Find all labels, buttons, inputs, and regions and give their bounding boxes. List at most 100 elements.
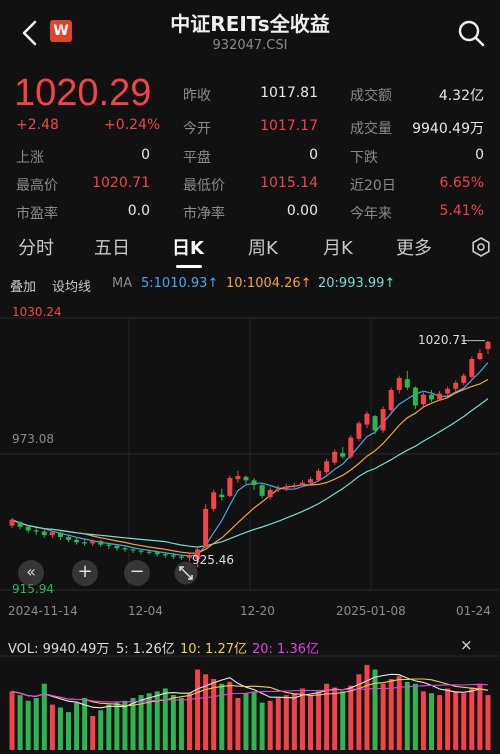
- volume-bar: [388, 679, 394, 750]
- volume-ma5: 5: 1.26亿: [116, 642, 175, 657]
- zoom-in-button[interactable]: +: [72, 560, 98, 586]
- close-volume-icon[interactable]: ×: [460, 636, 473, 654]
- volume-bar: [122, 700, 128, 750]
- volume-bar: [307, 695, 314, 750]
- candle-body: [74, 539, 80, 543]
- candle-body: [65, 537, 72, 540]
- volume-bar: [445, 688, 451, 750]
- candle-body: [356, 423, 362, 439]
- volume-bar: [291, 693, 297, 750]
- candle-body: [445, 388, 451, 394]
- volume-bar: [461, 693, 467, 750]
- stat-value-pb: 0.00: [286, 203, 318, 219]
- candle-body: [364, 413, 370, 425]
- volume-bar: [162, 688, 168, 750]
- candle-body: [9, 519, 15, 526]
- volume-ma10: 10: 1.27亿: [180, 642, 247, 657]
- volume-bar: [17, 695, 23, 750]
- volume-bar: [316, 691, 322, 750]
- candle-body: [17, 522, 23, 527]
- ma-label: MA: [112, 276, 133, 291]
- scroll-back-button[interactable]: «: [18, 560, 44, 586]
- volume-bar: [283, 695, 289, 750]
- stat-value-turnover: 4.32亿: [438, 88, 484, 104]
- stat-label-prev-close: 昨收: [183, 88, 211, 104]
- stat-value-down: 0: [475, 147, 484, 163]
- candle-body: [461, 375, 467, 383]
- volume-bar: [332, 687, 338, 750]
- volume-bar: [25, 700, 31, 750]
- zoom-out-button[interactable]: −: [124, 560, 150, 586]
- volume-bar: [90, 715, 96, 750]
- y-axis-mid: 973.08: [12, 432, 54, 446]
- candle-body: [211, 492, 217, 509]
- fullscreen-icon[interactable]: [174, 561, 198, 585]
- candle-body: [122, 548, 128, 550]
- settings-icon[interactable]: [470, 236, 492, 258]
- candle-body: [106, 544, 112, 546]
- candle-body: [235, 476, 241, 480]
- set-ma-button[interactable]: 设均线: [52, 276, 91, 295]
- candle-body: [324, 461, 330, 473]
- volume-bar: [219, 683, 225, 750]
- candle-body: [98, 541, 104, 545]
- volume-bar: [106, 704, 112, 750]
- stat-value-20d: 6.65%: [439, 175, 484, 191]
- volume-bar: [235, 697, 241, 750]
- volume-ma20: 20: 1.36亿: [252, 642, 319, 657]
- tab-monthly-k[interactable]: 月K: [323, 234, 353, 260]
- stat-label-low: 最低价: [183, 178, 225, 194]
- tab-five-day[interactable]: 五日: [94, 234, 130, 260]
- x-axis-label: 12-20: [240, 604, 275, 618]
- candle-body: [203, 508, 209, 548]
- candle-body: [219, 494, 225, 498]
- volume-bar: [469, 687, 475, 750]
- candle-body: [283, 486, 289, 489]
- search-icon[interactable]: [456, 18, 486, 48]
- ma10-value: 10:1004.26↑: [226, 276, 312, 291]
- candle-body: [291, 485, 297, 487]
- stat-label-ytd: 今年来: [350, 206, 392, 222]
- x-axis-label: 01-24: [456, 604, 491, 618]
- candle-body: [372, 416, 378, 431]
- candle-body: [388, 389, 394, 411]
- candle-body: [227, 478, 233, 496]
- stat-value-volume: 9940.49万: [412, 121, 484, 137]
- stat-label-volume: 成交量: [350, 121, 392, 137]
- volume-bar: [227, 681, 233, 750]
- stat-label-pb: 市净率: [183, 206, 225, 222]
- max-price-annotation: 1020.71: [418, 333, 468, 347]
- volume-bar: [186, 693, 193, 750]
- candle-body: [469, 359, 475, 377]
- ma5-value: 5:1010.93↑: [141, 276, 219, 291]
- overlay-button[interactable]: 叠加: [10, 276, 36, 295]
- tab-weekly-k[interactable]: 周K: [248, 234, 278, 260]
- volume-bar: [243, 693, 249, 750]
- candle-body: [146, 551, 152, 553]
- candle-body: [138, 550, 144, 552]
- volume-bar: [275, 697, 281, 750]
- volume-bar: [65, 712, 72, 750]
- candle-body: [420, 394, 426, 405]
- tab-more[interactable]: 更多: [396, 234, 432, 260]
- stat-value-low: 1015.14: [260, 175, 318, 191]
- tab-intraday[interactable]: 分时: [18, 234, 54, 260]
- candle-body: [404, 379, 410, 388]
- candle-body: [485, 341, 491, 350]
- candle-body: [412, 387, 418, 406]
- candle-body: [316, 470, 322, 481]
- price-change: +2.48: [16, 117, 59, 133]
- candle-body: [162, 554, 168, 556]
- volume-bar: [420, 691, 426, 750]
- candle-body: [170, 555, 176, 557]
- candle-body: [340, 453, 346, 457]
- candle-body: [348, 437, 354, 457]
- kline-chart[interactable]: [0, 300, 500, 754]
- stat-value-flat: 0: [309, 147, 318, 163]
- stat-label-high: 最高价: [16, 178, 58, 194]
- y-axis-high: 1030.24: [12, 305, 62, 319]
- volume-bar: [485, 695, 491, 750]
- volume-bar: [267, 700, 273, 750]
- tab-daily-k[interactable]: 日K: [172, 234, 204, 260]
- current-price: 1020.29: [14, 72, 152, 114]
